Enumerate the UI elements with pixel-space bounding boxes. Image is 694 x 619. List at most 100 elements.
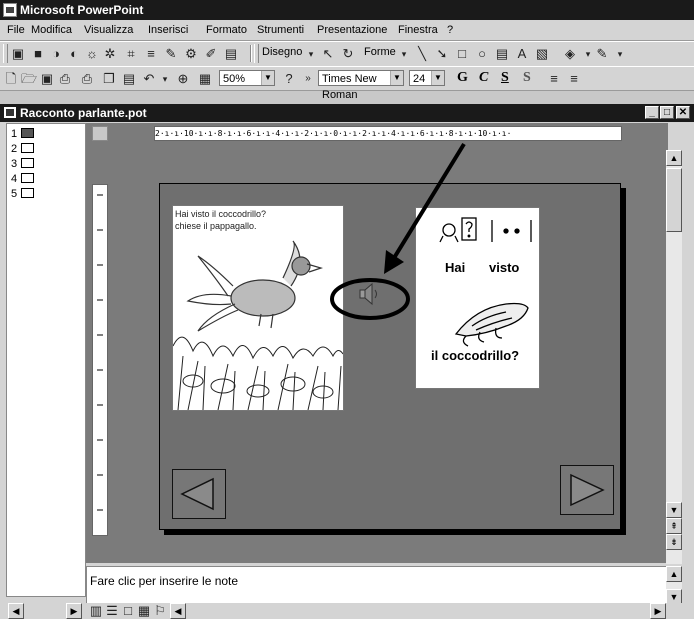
paste-icon[interactable]: ▤ <box>121 71 137 87</box>
align-center-icon[interactable]: ≡ <box>566 71 582 87</box>
outline-scroll-right-button[interactable]: ▶ <box>66 603 82 619</box>
restore-button[interactable]: □ <box>660 106 674 119</box>
oval-tool-icon[interactable]: ○ <box>474 46 490 62</box>
outline-slide-5[interactable]: 5 <box>11 188 35 200</box>
font-size-select[interactable]: 24 ▼ <box>409 70 445 86</box>
rectangle-tool-icon[interactable]: □ <box>454 46 470 62</box>
outline-slide-4[interactable]: 4 <box>11 173 35 185</box>
menu-file[interactable]: File <box>7 24 25 36</box>
hyperlink-icon[interactable]: ⊕ <box>175 71 191 87</box>
chevron-down-icon[interactable]: ▼ <box>261 71 274 85</box>
drawing-toolbar: ▣ ■ ◑ ◐ ☼ ✲ ⌗ ≡ ✎ ⚙ ✐ ▤ Disegno ▾ ↖ ↻ Fo… <box>0 41 694 67</box>
menu-modifica[interactable]: Modifica <box>31 24 72 36</box>
font-name-select[interactable]: Times New Roman ▼ <box>318 70 404 101</box>
forme-menu-button[interactable]: Forme <box>364 46 396 58</box>
powerpoint-app-icon <box>3 3 17 17</box>
line-tool-icon[interactable]: ╲ <box>414 46 430 62</box>
insert-table-icon[interactable]: ▦ <box>197 71 213 87</box>
crop-icon[interactable]: ⌗ <box>123 46 139 62</box>
fill-color-icon[interactable]: ◈ <box>562 46 578 62</box>
scrollbar-thumb[interactable] <box>666 168 682 232</box>
more-brightness-icon[interactable]: ☼ <box>84 46 100 62</box>
outline-slide-2[interactable]: 2 <box>11 143 35 155</box>
menu-finestra[interactable]: Finestra <box>398 24 438 36</box>
image-color-icon[interactable]: ■ <box>30 46 46 62</box>
annotation-arrow-head <box>384 250 404 274</box>
outline-scroll-left-button[interactable]: ◀ <box>8 603 24 619</box>
outline-slide-3[interactable]: 3 <box>11 158 35 170</box>
scroll-down-button[interactable]: ▼ <box>666 502 682 518</box>
chevron-down-icon[interactable]: ▼ <box>431 71 444 85</box>
arrow-tool-icon[interactable]: ➘ <box>434 46 450 62</box>
zoom-select[interactable]: 50% ▼ <box>219 70 275 86</box>
scroll-right-button[interactable]: ▶ <box>650 603 666 619</box>
print-icon[interactable]: ⎙ <box>79 71 95 87</box>
recolor-icon[interactable]: ✎ <box>163 46 179 62</box>
reset-picture-icon[interactable]: ▤ <box>223 46 239 62</box>
menu-formato[interactable]: Formato <box>206 24 247 36</box>
new-document-icon[interactable]: 🗋 <box>3 71 19 87</box>
insert-picture-icon[interactable]: ▣ <box>10 46 26 62</box>
free-rotate-icon[interactable]: ↻ <box>340 46 356 62</box>
slide-icon <box>21 173 35 183</box>
notes-scrollbar[interactable]: ▲ ▼ <box>666 566 682 605</box>
more-buttons-icon[interactable]: » <box>300 71 316 87</box>
close-button[interactable]: ✕ <box>676 106 690 119</box>
save-icon[interactable]: ▣ <box>39 71 55 87</box>
normal-view-icon[interactable]: ▥ <box>88 603 104 619</box>
toolbar-grip[interactable] <box>254 44 259 63</box>
clipart-icon[interactable]: ▧ <box>534 46 550 62</box>
previous-slide-scroll-button[interactable]: ⇞ <box>666 518 682 534</box>
menu-help[interactable]: ? <box>447 24 453 36</box>
italic-button[interactable]: C <box>479 70 488 86</box>
underline-button[interactable]: S <box>501 70 509 86</box>
font-name-value: Times New Roman <box>322 73 377 101</box>
outline-pane[interactable]: 1 2 3 4 5 <box>6 123 86 597</box>
less-brightness-icon[interactable]: ✲ <box>102 46 118 62</box>
scroll-left-button[interactable]: ◀ <box>170 603 186 619</box>
menu-strumenti[interactable]: Strumenti <box>257 24 304 36</box>
more-contrast-icon[interactable]: ◑ <box>48 46 64 62</box>
wordart-icon[interactable]: A <box>514 46 530 62</box>
format-picture-icon[interactable]: ⚙ <box>183 46 199 62</box>
disegno-menu-button[interactable]: Disegno <box>262 46 302 58</box>
line-style-icon[interactable]: ≡ <box>143 46 159 62</box>
vertical-ruler[interactable] <box>92 184 108 536</box>
dropdown-arrow-icon[interactable]: ▾ <box>612 46 628 62</box>
copy-icon[interactable]: ❐ <box>101 71 117 87</box>
print-preview-icon[interactable]: ⎙ <box>57 71 73 87</box>
scroll-up-button[interactable]: ▲ <box>666 150 682 166</box>
previous-slide-button[interactable] <box>172 469 226 519</box>
set-transparent-icon[interactable]: ✐ <box>203 46 219 62</box>
next-slide-scroll-button[interactable]: ⇟ <box>666 534 682 550</box>
next-slide-button[interactable] <box>560 465 614 515</box>
minimize-button[interactable]: _ <box>645 106 659 119</box>
chevron-down-icon[interactable]: ▼ <box>390 71 403 85</box>
dropdown-arrow-icon[interactable]: ▾ <box>396 46 412 62</box>
separator <box>250 45 252 62</box>
menu-inserisci[interactable]: Inserisci <box>148 24 188 36</box>
toolbar-grip[interactable] <box>3 44 8 63</box>
slide-show-icon[interactable]: ⚐ <box>152 603 168 619</box>
dropdown-arrow-icon[interactable]: ▾ <box>303 46 319 62</box>
slide-view-icon[interactable]: □ <box>120 603 136 619</box>
menu-visualizza[interactable]: Visualizza <box>84 24 133 36</box>
outline-slide-1[interactable]: 1 <box>11 128 35 140</box>
undo-icon[interactable]: ↶ <box>141 71 157 87</box>
bold-button[interactable]: G <box>457 70 468 86</box>
menu-presentazione[interactable]: Presentazione <box>317 24 387 36</box>
open-folder-icon[interactable]: 🗁 <box>21 71 37 87</box>
text-box-icon[interactable]: ▤ <box>494 46 510 62</box>
less-contrast-icon[interactable]: ◐ <box>66 46 82 62</box>
align-left-icon[interactable]: ≡ <box>546 71 562 87</box>
scroll-up-button[interactable]: ▲ <box>666 566 682 582</box>
slide-sorter-icon[interactable]: ▦ <box>136 603 152 619</box>
dropdown-arrow-icon[interactable]: ▾ <box>157 71 173 87</box>
select-objects-icon[interactable]: ↖ <box>320 46 336 62</box>
ruler-corner <box>92 126 108 141</box>
line-color-icon[interactable]: ✎ <box>594 46 610 62</box>
outline-view-icon[interactable]: ☰ <box>104 603 120 619</box>
shadow-button[interactable]: S <box>523 70 531 86</box>
help-icon[interactable]: ? <box>281 71 297 87</box>
notes-pane[interactable]: Fare clic per inserire le note <box>86 566 668 607</box>
